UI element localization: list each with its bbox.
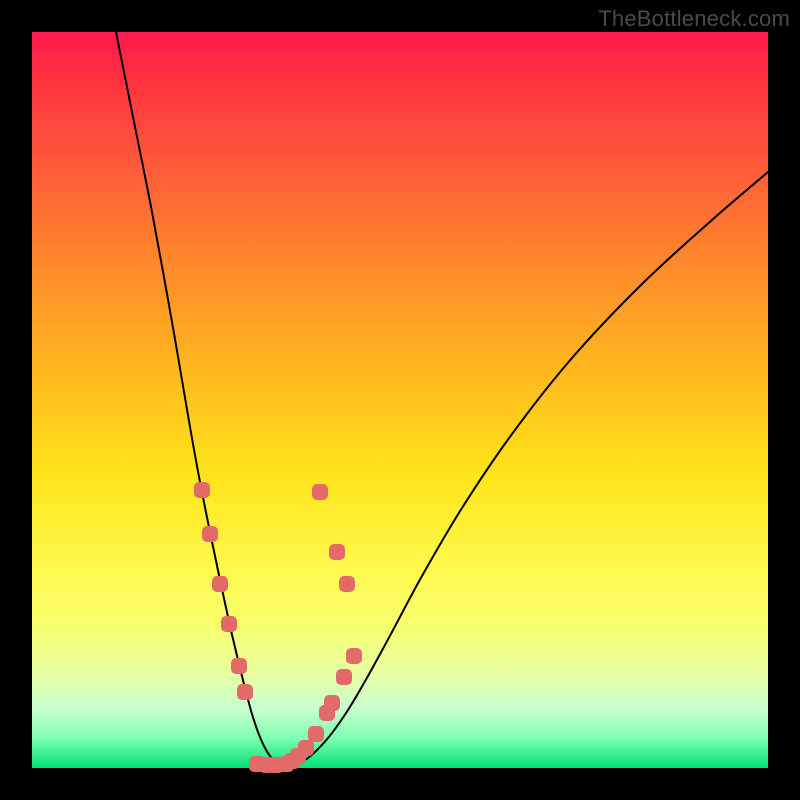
data-point xyxy=(194,482,210,498)
chart-svg xyxy=(32,32,768,768)
data-point xyxy=(329,544,345,560)
chart-plot-area xyxy=(32,32,768,768)
data-point xyxy=(308,726,324,742)
data-point xyxy=(231,658,247,674)
data-point xyxy=(336,669,352,685)
data-point xyxy=(346,648,362,664)
data-point xyxy=(212,576,228,592)
data-point xyxy=(324,695,340,711)
data-point xyxy=(221,616,237,632)
data-point xyxy=(312,484,328,500)
data-point xyxy=(237,684,253,700)
bottleneck-curve xyxy=(116,32,768,765)
data-point xyxy=(202,526,218,542)
watermark-text: TheBottleneck.com xyxy=(598,6,790,32)
data-points xyxy=(194,482,362,773)
data-point xyxy=(298,740,314,756)
chart-frame: TheBottleneck.com xyxy=(0,0,800,800)
data-point xyxy=(339,576,355,592)
